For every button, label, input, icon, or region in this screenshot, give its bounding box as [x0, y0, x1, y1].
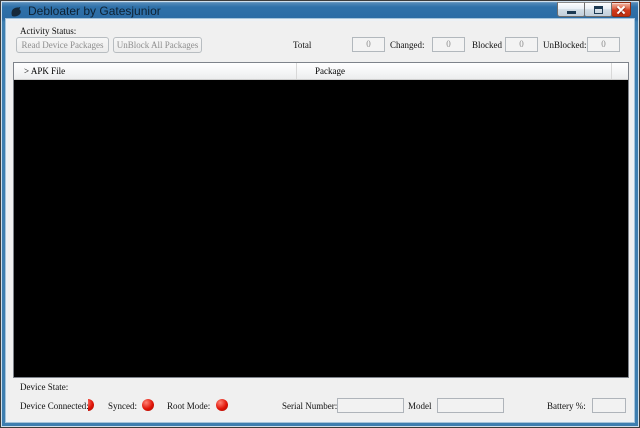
- titlebar[interactable]: Debloater by Gatesjunior: [1, 1, 639, 21]
- read-device-packages-button[interactable]: Read Device Packages: [16, 37, 109, 53]
- close-icon: [616, 5, 626, 15]
- blocked-field[interactable]: 0: [505, 37, 538, 52]
- model-field[interactable]: [437, 398, 504, 413]
- root-mode-label: Root Mode:: [167, 401, 210, 411]
- apk-file-column-label: APK File: [31, 66, 65, 76]
- client-area: Activity Status: Read Device Packages Un…: [8, 21, 632, 420]
- total-field[interactable]: 0: [352, 37, 385, 52]
- root-mode-indicator: [216, 399, 228, 411]
- unblocked-label: UnBlocked:: [543, 40, 587, 50]
- package-column-label: Package: [315, 66, 345, 76]
- changed-field[interactable]: 0: [432, 37, 465, 52]
- device-connected-indicator: [88, 399, 94, 411]
- column-header-package[interactable]: Package: [297, 63, 612, 79]
- close-button[interactable]: [612, 2, 631, 17]
- led-icon: [88, 399, 94, 411]
- window-controls: [557, 2, 631, 17]
- serial-number-label: Serial Number:: [282, 401, 337, 411]
- expand-icon: >: [24, 66, 29, 76]
- column-header-filler: [612, 63, 628, 79]
- device-state-label: Device State:: [20, 382, 68, 392]
- battery-field[interactable]: [592, 398, 626, 413]
- total-label: Total: [293, 40, 311, 50]
- package-table: > APK File Package: [13, 62, 629, 378]
- synced-indicator: [142, 399, 154, 411]
- blocked-label: Blocked: [472, 40, 502, 50]
- device-connected-label: Device Connected:: [20, 401, 89, 411]
- changed-label: Changed:: [390, 40, 425, 50]
- maximize-button[interactable]: [585, 2, 612, 17]
- activity-status-label: Activity Status:: [20, 26, 76, 36]
- package-list-body[interactable]: [14, 80, 628, 377]
- column-header-apk-file[interactable]: > APK File: [14, 63, 297, 79]
- model-label: Model: [408, 401, 432, 411]
- minimize-icon: [567, 11, 576, 14]
- app-window: Debloater by Gatesjunior Activity Status…: [0, 0, 640, 428]
- unblock-all-packages-button[interactable]: UnBlock All Packages: [113, 37, 202, 53]
- unblocked-field[interactable]: 0: [587, 37, 620, 52]
- maximize-icon: [594, 6, 603, 14]
- app-icon: [10, 5, 23, 18]
- minimize-button[interactable]: [557, 2, 585, 17]
- synced-label: Synced:: [108, 401, 137, 411]
- window-title: Debloater by Gatesjunior: [28, 4, 161, 18]
- package-table-header: > APK File Package: [14, 63, 628, 80]
- battery-label: Battery %:: [547, 401, 586, 411]
- serial-number-field[interactable]: [337, 398, 404, 413]
